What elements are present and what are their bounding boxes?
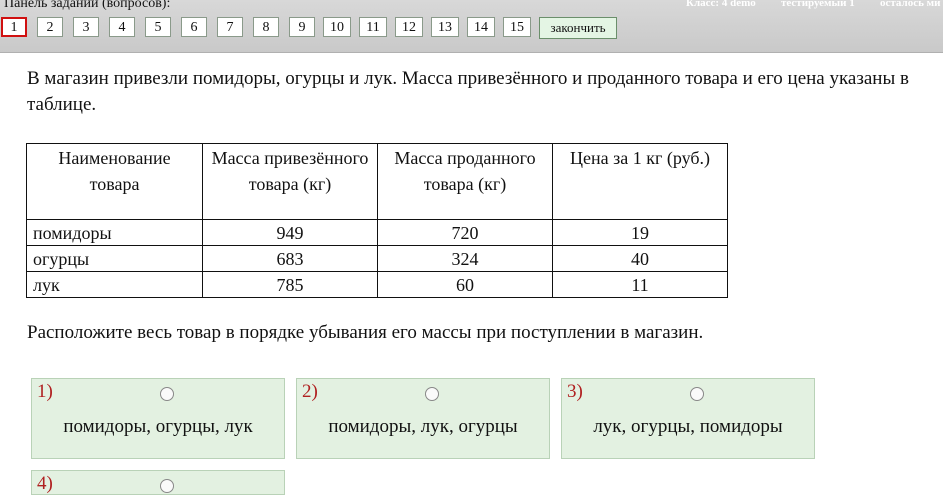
option-number: 3) [567,381,583,402]
option-number: 2) [302,381,318,402]
table-cell: помидоры [26,219,203,246]
table-header-mass-delivered: Масса привезённого товара (кг) [202,143,378,220]
goods-table: Наименование товара Масса привезённого т… [26,143,728,298]
question-button-1[interactable]: 1 [1,17,27,37]
status-tested: тестируемый 1 [781,0,855,9]
table-header-price: Цена за 1 кг (руб.) [552,143,728,220]
question-button-13[interactable]: 13 [431,17,459,37]
status-time-left: осталось ми [880,0,941,9]
answer-option-1[interactable]: 1) помидоры, огурцы, лук [31,378,285,459]
option-number: 4) [37,473,53,494]
table-cell: 40 [552,245,728,272]
question-button-15[interactable]: 15 [503,17,531,37]
answer-option-2[interactable]: 2) помидоры, лук, огурцы [296,378,550,459]
table-row: огурцы 683 324 40 [26,245,728,272]
table-cell: 949 [202,219,378,246]
option-number: 1) [37,381,53,402]
question-button-7[interactable]: 7 [217,17,243,37]
table-cell: 11 [552,271,728,298]
status-class: Класс: 4 demo [686,0,756,9]
table-cell: огурцы [26,245,203,272]
question-button-2[interactable]: 2 [37,17,63,37]
table-header-row: Наименование товара Масса привезённого т… [26,143,728,220]
question-button-3[interactable]: 3 [73,17,99,37]
table-cell: 785 [202,271,378,298]
question-button-14[interactable]: 14 [467,17,495,37]
option-text: помидоры, лук, огурцы [328,416,518,437]
table-cell: 683 [202,245,378,272]
table-header-name: Наименование товара [26,143,203,220]
question-button-12[interactable]: 12 [395,17,423,37]
question-button-6[interactable]: 6 [181,17,207,37]
table-header-mass-sold: Масса проданного товара (кг) [377,143,553,220]
question-button-10[interactable]: 10 [323,17,351,37]
answer-option-4[interactable]: 4) [31,470,285,495]
table-cell: 19 [552,219,728,246]
table-cell: лук [26,271,203,298]
question-button-8[interactable]: 8 [253,17,279,37]
question-button-4[interactable]: 4 [109,17,135,37]
table-cell: 720 [377,219,553,246]
table-row: лук 785 60 11 [26,271,728,298]
option-text: помидоры, огурцы, лук [63,416,253,437]
radio-button[interactable] [160,479,174,493]
table-row: помидоры 949 720 19 [26,219,728,246]
radio-button[interactable] [690,387,704,401]
radio-button[interactable] [160,387,174,401]
radio-button[interactable] [425,387,439,401]
option-text: лук, огурцы, помидоры [593,416,783,437]
question-button-9[interactable]: 9 [289,17,315,37]
panel-title: Панель заданий (вопросов): [4,0,171,11]
table-cell: 60 [377,271,553,298]
instruction-text: Расположите весь товар в порядке убывани… [27,322,704,343]
question-button-11[interactable]: 11 [359,17,387,37]
question-text: В магазин привезли помидоры, огурцы и лу… [27,68,909,115]
finish-button[interactable]: закончить [539,17,617,39]
table-cell: 324 [377,245,553,272]
task-panel-bar: Панель заданий (вопросов): Класс: 4 demo… [0,0,943,53]
question-button-5[interactable]: 5 [145,17,171,37]
answer-option-3[interactable]: 3) лук, огурцы, помидоры [561,378,815,459]
